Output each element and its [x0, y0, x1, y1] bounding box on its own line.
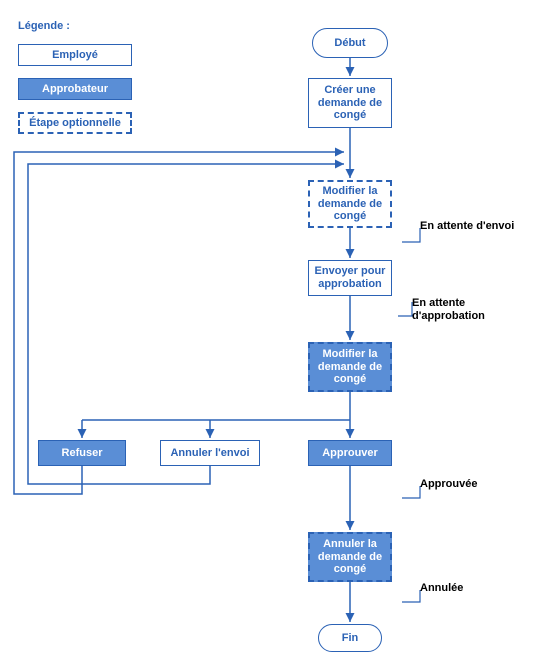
legend-employee: Employé: [18, 44, 132, 66]
flowchart-canvas: { "colors": { "line": "#2b62b5", "approv…: [0, 0, 542, 666]
status-wait-approve: En attente d'approbation: [412, 297, 502, 323]
node-cancel-request: Annuler la demande de congé: [308, 532, 392, 582]
node-cancel-send: Annuler l'envoi: [160, 440, 260, 466]
node-create-request: Créer une demande de congé: [308, 78, 392, 128]
node-refuse: Refuser: [38, 440, 126, 466]
node-send-for-approval: Envoyer pour approbation: [308, 260, 392, 296]
node-approve: Approuver: [308, 440, 392, 466]
node-start: Début: [312, 28, 388, 58]
node-end: Fin: [318, 624, 382, 652]
status-cancelled: Annulée: [420, 582, 463, 595]
legend-approver: Approbateur: [18, 78, 132, 100]
node-modify-request-employee: Modifier la demande de congé: [308, 180, 392, 228]
node-modify-request-approver: Modifier la demande de congé: [308, 342, 392, 392]
status-wait-send: En attente d'envoi: [420, 220, 514, 233]
status-approved: Approuvée: [420, 478, 477, 491]
legend-optional: Étape optionnelle: [18, 112, 132, 134]
legend-title: Légende :: [18, 20, 70, 32]
